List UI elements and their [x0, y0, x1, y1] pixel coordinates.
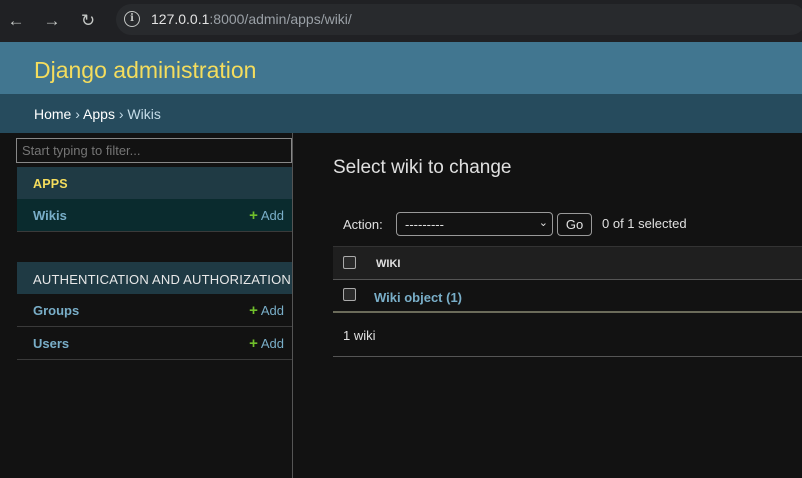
site-header: Django administration	[0, 42, 802, 94]
table-row: Wiki object (1)	[333, 280, 802, 313]
breadcrumb-separator: ›	[71, 106, 84, 122]
add-label: Add	[260, 303, 284, 318]
plus-icon: +	[249, 335, 258, 352]
table-header: WIKI	[333, 246, 802, 280]
url-host: 127.0.0.1	[151, 11, 210, 27]
breadcrumb-home[interactable]: Home	[34, 106, 71, 122]
reload-icon[interactable]: ↻	[76, 9, 100, 33]
add-wiki-link[interactable]: + Add	[249, 207, 284, 224]
nav-sidebar: APPS Wikis +Add AUTHENTICATION AND AUTHO…	[16, 133, 293, 478]
breadcrumb-separator: ›	[114, 106, 128, 122]
result-count: 1 wiki	[343, 328, 376, 343]
breadcrumb-current: Wikis	[127, 106, 161, 122]
select-all-checkbox[interactable]	[343, 256, 356, 269]
breadcrumb-apps[interactable]: Apps	[83, 106, 115, 122]
address-bar[interactable]: i 127.0.0.1:8000/admin/apps/wiki/	[116, 4, 802, 35]
sidebar-item-label[interactable]: Groups	[33, 303, 79, 318]
forward-arrow-icon[interactable]: →	[40, 9, 64, 33]
column-header-wiki[interactable]: WIKI	[376, 258, 400, 270]
sidebar-item-groups: Groups + Add	[17, 294, 292, 327]
action-selected-option: ---------	[405, 217, 444, 232]
sidebar-item-label[interactable]: Users	[33, 336, 69, 351]
breadcrumb: Home › Apps › Wikis	[0, 94, 802, 133]
actions-bar: Action: --------- ⌄ Go 0 of 1 selected	[333, 204, 802, 246]
sidebar-item-users: Users + Add	[17, 327, 292, 360]
action-label: Action:	[343, 217, 383, 232]
chevron-down-icon: ⌄	[538, 217, 548, 229]
selected-count: 0 of 1 selected	[602, 216, 687, 231]
row-checkbox[interactable]	[343, 288, 356, 301]
sidebar-item-wikis: Wikis + Add	[17, 199, 292, 232]
add-label: Add	[260, 208, 284, 223]
go-button[interactable]: Go	[557, 213, 592, 236]
add-label: Add	[260, 336, 284, 351]
sidebar-section-auth[interactable]: AUTHENTICATION AND AUTHORIZATION	[17, 262, 292, 294]
plus-icon: +	[249, 207, 258, 224]
site-title[interactable]: Django administration	[34, 57, 256, 84]
plus-icon: +	[249, 302, 258, 319]
wiki-object-link[interactable]: Wiki object (1)	[374, 290, 462, 305]
paginator: 1 wiki	[333, 313, 802, 357]
sidebar-item-label[interactable]: Wikis	[33, 208, 67, 223]
add-group-link[interactable]: + Add	[249, 302, 284, 319]
site-info-icon[interactable]: i	[124, 11, 140, 27]
sidebar-section-apps[interactable]: APPS	[17, 167, 292, 199]
browser-toolbar: ← → ↻ i 127.0.0.1:8000/admin/apps/wiki/	[0, 0, 802, 42]
nav-filter-input[interactable]	[16, 138, 292, 163]
action-select[interactable]: --------- ⌄	[396, 212, 553, 236]
page-title: Select wiki to change	[333, 157, 512, 178]
add-user-link[interactable]: + Add	[249, 335, 284, 352]
url-path: :8000/admin/apps/wiki/	[209, 11, 352, 27]
url-text[interactable]: 127.0.0.1:8000/admin/apps/wiki/	[151, 11, 352, 27]
back-arrow-icon[interactable]: ←	[4, 9, 28, 33]
